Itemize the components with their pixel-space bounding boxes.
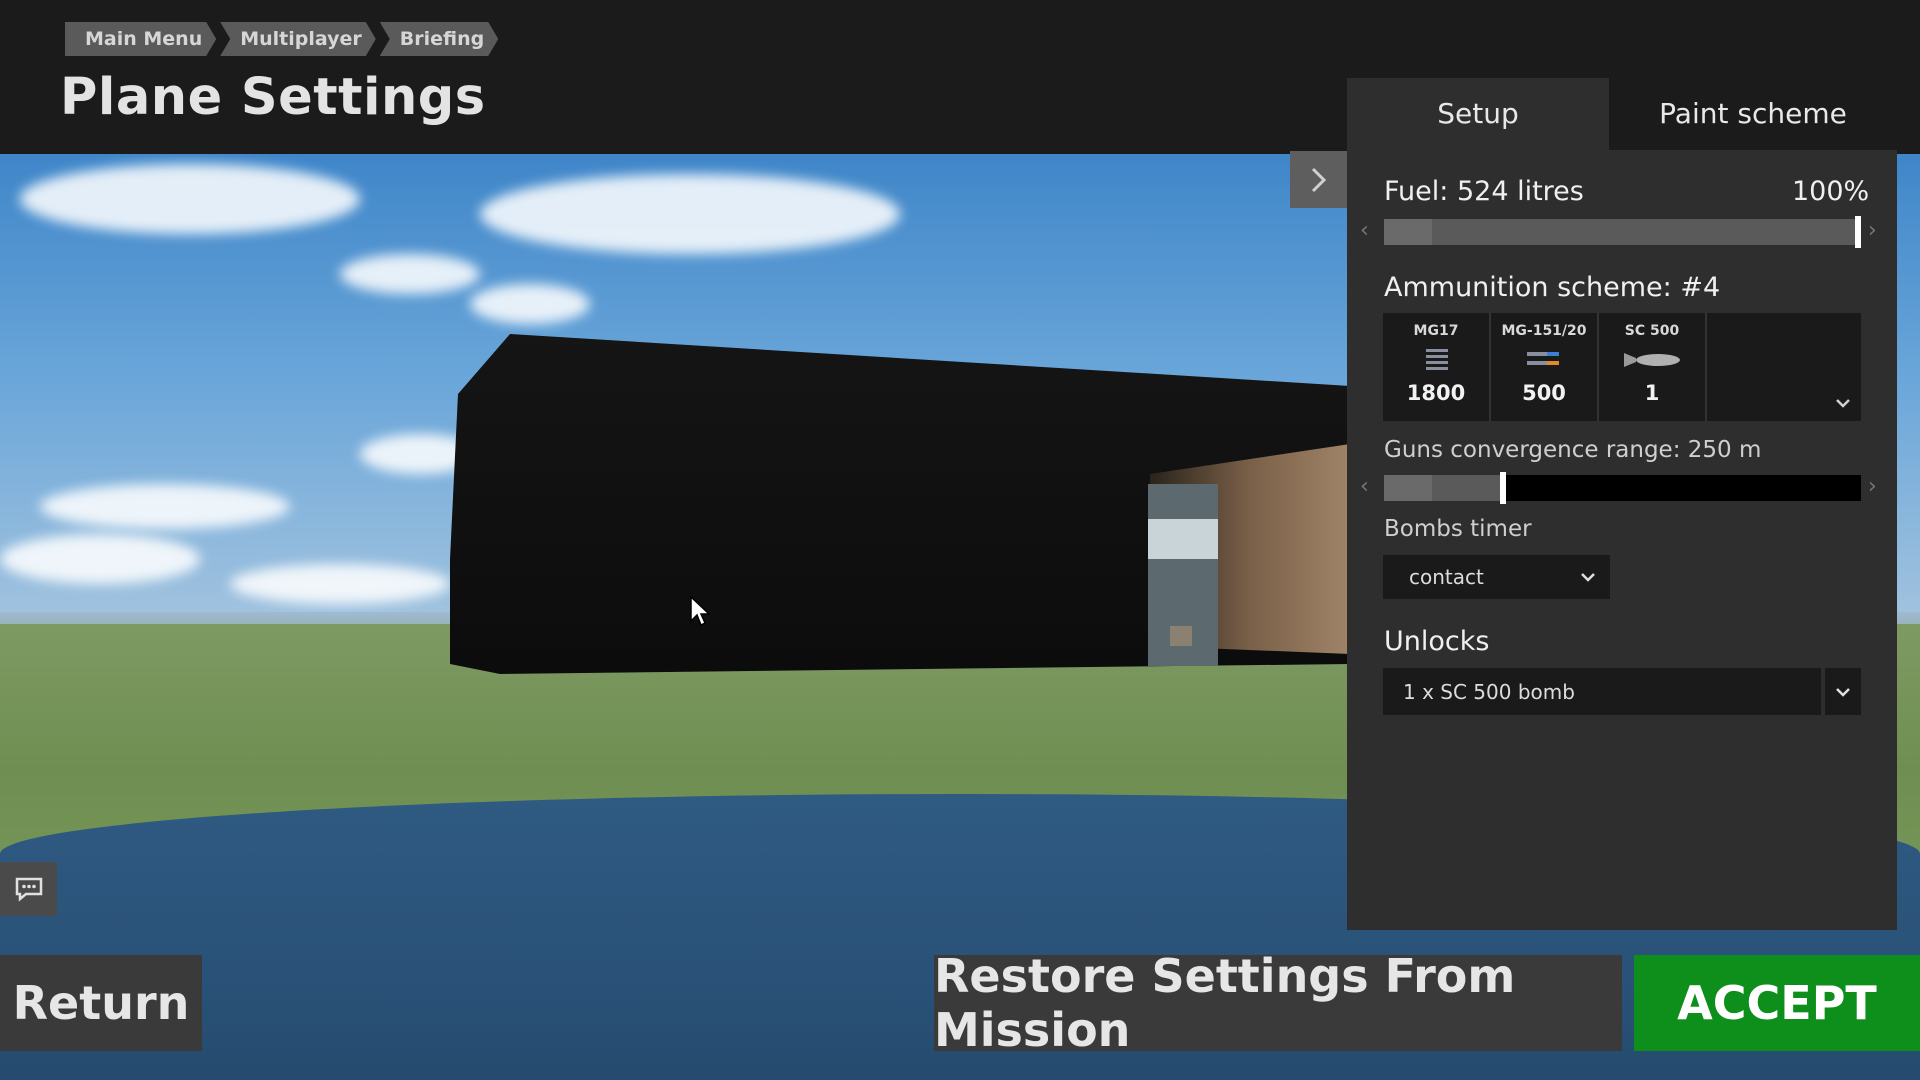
- hangar-building: [450, 334, 1350, 674]
- ammo-count: 1800: [1406, 381, 1466, 405]
- convergence-slider-remaining: [1503, 475, 1861, 501]
- breadcrumb-item-main-menu[interactable]: Main Menu: [65, 22, 216, 56]
- convergence-slider-handle[interactable]: [1500, 472, 1506, 504]
- fuel-slider-fill: [1384, 219, 1432, 245]
- ammo-name: MG17: [1413, 323, 1459, 339]
- fuel-slider[interactable]: [1384, 216, 1861, 248]
- fuel-percent: 100%: [1792, 176, 1870, 207]
- unlocks-dropdown-button[interactable]: [1825, 668, 1861, 715]
- fuel-increase-arrow[interactable]: ›: [1868, 218, 1877, 243]
- ammo-name: MG-151/20: [1501, 323, 1587, 339]
- ammunition-scheme-label: Ammunition scheme: #4: [1384, 272, 1721, 303]
- unlocks-value: 1 x SC 500 bomb: [1403, 679, 1575, 704]
- ammo-count: 500: [1522, 381, 1566, 405]
- restore-settings-button[interactable]: Restore Settings From Mission: [934, 949, 1622, 1057]
- chat-button[interactable]: [0, 862, 57, 916]
- breadcrumb-item-briefing[interactable]: Briefing: [380, 22, 498, 56]
- return-button[interactable]: Return: [0, 955, 202, 1051]
- cloud: [480, 174, 900, 254]
- panel-tabs: Setup Paint scheme: [1347, 78, 1897, 150]
- tab-setup[interactable]: Setup: [1347, 78, 1609, 150]
- ammo-slot-mg151: MG-151/20 500: [1491, 313, 1599, 421]
- convergence-slider[interactable]: [1384, 472, 1861, 504]
- chevron-down-icon: [1836, 687, 1850, 697]
- bullets-icon: [1426, 349, 1448, 370]
- fuel-label: Fuel: 524 litres: [1384, 176, 1584, 207]
- convergence-increase-arrow[interactable]: ›: [1868, 474, 1877, 499]
- convergence-label: Guns convergence range: 250 m: [1384, 437, 1762, 463]
- tab-paint-scheme[interactable]: Paint scheme: [1609, 78, 1897, 150]
- cloud: [20, 164, 360, 234]
- bombs-timer-label: Bombs timer: [1384, 516, 1532, 542]
- cloud: [340, 254, 480, 294]
- fuel-decrease-arrow[interactable]: ‹: [1360, 218, 1369, 243]
- ammunition-scheme-selector[interactable]: MG17 1800 MG-151/20 500 SC 500 1: [1383, 313, 1861, 421]
- unlocks-select[interactable]: 1 x SC 500 bomb: [1383, 668, 1821, 715]
- breadcrumb: Main Menu Multiplayer Briefing: [65, 22, 502, 56]
- chevron-right-icon: [1311, 167, 1326, 192]
- accept-button[interactable]: ACCEPT: [1634, 955, 1920, 1051]
- collapse-panel-button[interactable]: [1290, 151, 1347, 208]
- convergence-decrease-arrow[interactable]: ‹: [1360, 474, 1369, 499]
- page-title: Plane Settings: [60, 68, 486, 127]
- chevron-down-icon: [1581, 573, 1595, 582]
- bombs-timer-select[interactable]: contact: [1383, 555, 1610, 599]
- bombs-timer-value: contact: [1409, 565, 1484, 589]
- cloud: [0, 534, 200, 584]
- ammo-name: SC 500: [1624, 323, 1680, 339]
- cloud: [470, 284, 590, 324]
- ammo-count: 1: [1644, 381, 1660, 405]
- cloud: [230, 564, 450, 604]
- chat-bubble-icon: [15, 877, 42, 902]
- chevron-down-icon[interactable]: [1835, 394, 1851, 413]
- ammo-slot-mg17: MG17 1800: [1383, 313, 1491, 421]
- ammo-slot-sc500: SC 500 1: [1599, 313, 1707, 421]
- breadcrumb-item-multiplayer[interactable]: Multiplayer: [220, 22, 376, 56]
- bomb-icon: [1624, 353, 1680, 367]
- shells-icon: [1527, 352, 1559, 365]
- fuel-slider-handle[interactable]: [1855, 216, 1861, 248]
- convergence-slider-fill: [1384, 475, 1432, 501]
- mouse-cursor-icon: [690, 596, 711, 627]
- unlocks-label: Unlocks: [1384, 626, 1490, 657]
- cloud: [40, 484, 290, 529]
